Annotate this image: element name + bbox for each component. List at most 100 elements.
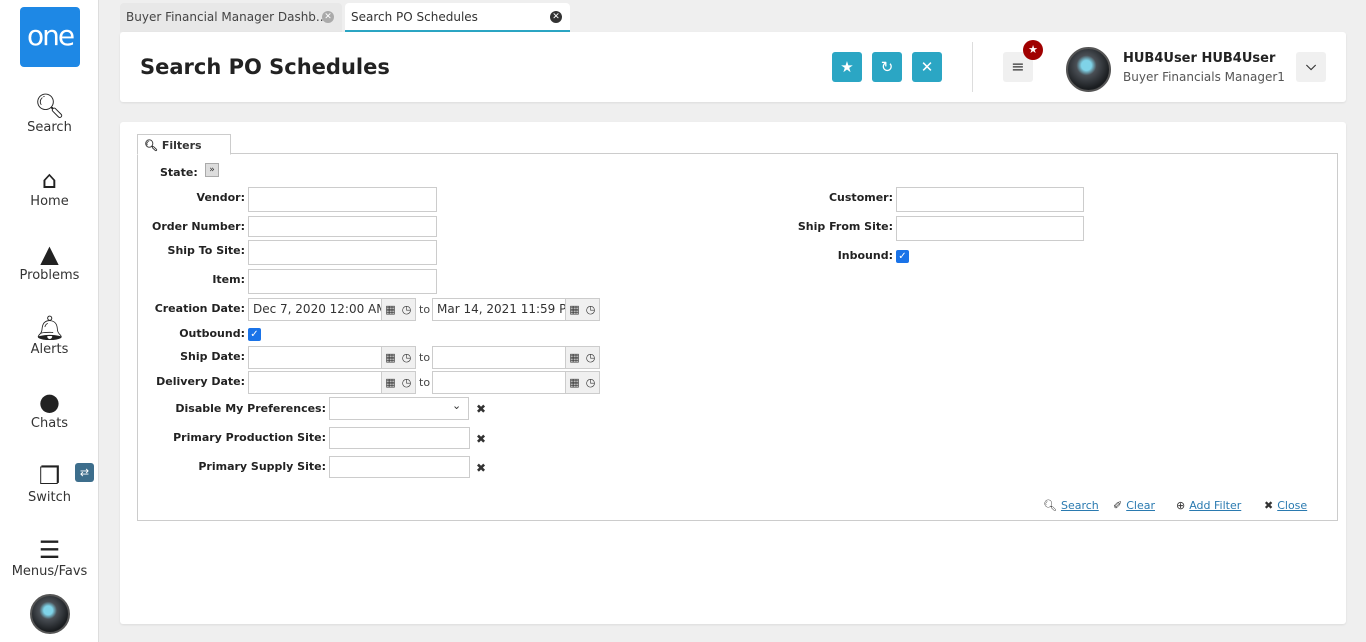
primary-supply-site-input[interactable] xyxy=(329,456,470,478)
to-label: to xyxy=(419,351,431,364)
remove-filter-icon[interactable]: ✖ xyxy=(476,402,486,416)
refresh-icon: ↻ xyxy=(880,58,894,76)
clock-icon[interactable]: ◷ xyxy=(398,346,416,369)
to-label: to xyxy=(419,303,431,316)
menu-icon: ☰ xyxy=(38,536,61,564)
inbound-label: Inbound: xyxy=(837,249,893,262)
order-number-label: Order Number: xyxy=(151,220,245,233)
outbound-checkbox[interactable]: ✓ xyxy=(248,328,261,341)
disable-preferences-label: Disable My Preferences: xyxy=(175,402,326,415)
user-name: HUB4User HUB4User xyxy=(1123,51,1276,66)
clock-icon[interactable]: ◷ xyxy=(582,346,600,369)
primary-production-site-input[interactable] xyxy=(329,427,470,449)
ship-date-label: Ship Date: xyxy=(180,350,245,363)
ship-date-from-input[interactable] xyxy=(248,346,382,369)
ship-from-site-input[interactable] xyxy=(896,216,1084,241)
to-label: to xyxy=(419,376,431,389)
sidebar-item-label: Chats xyxy=(30,416,69,431)
page-title: Search PO Schedules xyxy=(140,55,390,79)
user-role: Buyer Financials Manager1 xyxy=(1123,70,1285,84)
state-label: State: xyxy=(160,166,198,179)
close-link-label: Close xyxy=(1277,499,1308,512)
sidebar-item-alerts[interactable]: 🔔︎ Alerts xyxy=(0,314,99,357)
customer-input[interactable] xyxy=(896,187,1084,212)
item-input[interactable] xyxy=(248,269,437,294)
order-number-input[interactable] xyxy=(248,216,437,237)
sidebar-item-menus-favs[interactable]: ☰ Menus/Favs xyxy=(0,536,99,579)
search-icon: 🔍︎ xyxy=(1043,499,1057,512)
sidebar-item-problems[interactable]: ▲ Problems xyxy=(0,240,99,283)
delivery-date-to-input[interactable] xyxy=(432,371,566,394)
chat-icon: ● xyxy=(39,388,60,416)
warning-icon: ▲ xyxy=(40,240,59,268)
state-expand-icon[interactable]: » xyxy=(205,163,219,177)
tab-search-po-schedules[interactable]: Search PO Schedules ✕ xyxy=(345,3,570,32)
tab-buyer-dashboard[interactable]: Buyer Financial Manager Dashb... ✕ xyxy=(120,3,342,32)
plus-circle-icon: ⊕ xyxy=(1176,499,1186,512)
remove-filter-icon[interactable]: ✖ xyxy=(476,432,486,446)
sidebar-avatar[interactable] xyxy=(30,594,70,634)
creation-date-from-input[interactable]: Dec 7, 2020 12:00 AM EST xyxy=(248,298,382,321)
close-button[interactable]: ✕ xyxy=(912,52,942,82)
close-link[interactable]: ✖ Close xyxy=(1264,499,1307,512)
vendor-label: Vendor: xyxy=(196,191,245,204)
sidebar-item-label: Switch xyxy=(28,490,71,505)
user-menu-chevron-down-icon[interactable]: ⌵ xyxy=(1296,52,1326,82)
ship-from-site-label: Ship From Site: xyxy=(797,220,893,233)
filters-tab-label: Filters xyxy=(161,139,202,152)
sidebar-item-search[interactable]: 🔍︎ Search xyxy=(0,92,99,135)
search-link[interactable]: 🔍︎ Search xyxy=(1043,499,1099,512)
creation-date-to-input[interactable]: Mar 14, 2021 11:59 PM xyxy=(432,298,566,321)
search-icon: 🔍︎ xyxy=(144,139,158,152)
close-tab-icon[interactable]: ✕ xyxy=(322,11,334,23)
close-tab-icon[interactable]: ✕ xyxy=(550,11,562,23)
clear-link-label: Clear xyxy=(1126,499,1155,512)
sidebar-item-chats[interactable]: ● Chats xyxy=(0,388,99,431)
clock-icon[interactable]: ◷ xyxy=(398,371,416,394)
tab-label: Buyer Financial Manager Dashb... xyxy=(126,10,328,24)
delivery-date-from-input[interactable] xyxy=(248,371,382,394)
item-label: Item: xyxy=(212,273,245,286)
sidebar-item-label: Search xyxy=(27,120,72,135)
filters-tab[interactable]: 🔍︎ Filters xyxy=(137,134,231,155)
favorites-badge-star-icon[interactable]: ★ xyxy=(1023,40,1043,60)
clock-icon[interactable]: ◷ xyxy=(582,371,600,394)
clock-icon[interactable]: ◷ xyxy=(582,298,600,321)
broom-icon: ✐ xyxy=(1113,499,1123,512)
primary-production-site-label: Primary Production Site: xyxy=(173,431,326,444)
ship-to-site-input[interactable] xyxy=(248,240,437,265)
bell-icon: 🔔︎ xyxy=(34,314,65,342)
creation-date-label: Creation Date: xyxy=(154,302,245,315)
clock-icon[interactable]: ◷ xyxy=(398,298,416,321)
favorite-button[interactable]: ★ xyxy=(832,52,862,82)
ship-to-site-label: Ship To Site: xyxy=(167,244,245,257)
one-logo[interactable]: one xyxy=(20,7,80,67)
disable-preferences-select[interactable] xyxy=(329,397,469,420)
outbound-label: Outbound: xyxy=(179,327,245,340)
customer-label: Customer: xyxy=(828,191,893,204)
inbound-checkbox[interactable]: ✓ xyxy=(896,250,909,263)
sidebar: one 🔍︎ Search ⌂ Home ▲ Problems 🔔︎ Alerts ● C… xyxy=(0,0,99,642)
chevron-down-icon[interactable]: ⌄ xyxy=(452,399,461,412)
hamburger-icon: ≡ xyxy=(1011,57,1025,76)
sidebar-item-home[interactable]: ⌂ Home xyxy=(0,166,99,209)
switch-badge-icon[interactable]: ⇄ xyxy=(75,463,94,482)
close-icon: ✕ xyxy=(920,58,934,76)
tab-label: Search PO Schedules xyxy=(351,10,478,24)
refresh-button[interactable]: ↻ xyxy=(872,52,902,82)
star-icon: ★ xyxy=(840,58,854,76)
clear-link[interactable]: ✐ Clear xyxy=(1113,499,1155,512)
sidebar-item-label: Alerts xyxy=(30,342,69,357)
add-filter-link[interactable]: ⊕ Add Filter xyxy=(1176,499,1241,512)
primary-supply-site-label: Primary Supply Site: xyxy=(198,460,326,473)
add-filter-link-label: Add Filter xyxy=(1189,499,1242,512)
ship-date-to-input[interactable] xyxy=(432,346,566,369)
remove-filter-icon[interactable]: ✖ xyxy=(476,461,486,475)
home-icon: ⌂ xyxy=(41,166,58,194)
search-link-label: Search xyxy=(1060,499,1099,512)
vendor-input[interactable] xyxy=(248,187,437,212)
divider xyxy=(972,42,973,92)
user-avatar[interactable] xyxy=(1066,47,1111,92)
sidebar-item-label: Home xyxy=(30,194,69,209)
delivery-date-label: Delivery Date: xyxy=(156,375,245,388)
